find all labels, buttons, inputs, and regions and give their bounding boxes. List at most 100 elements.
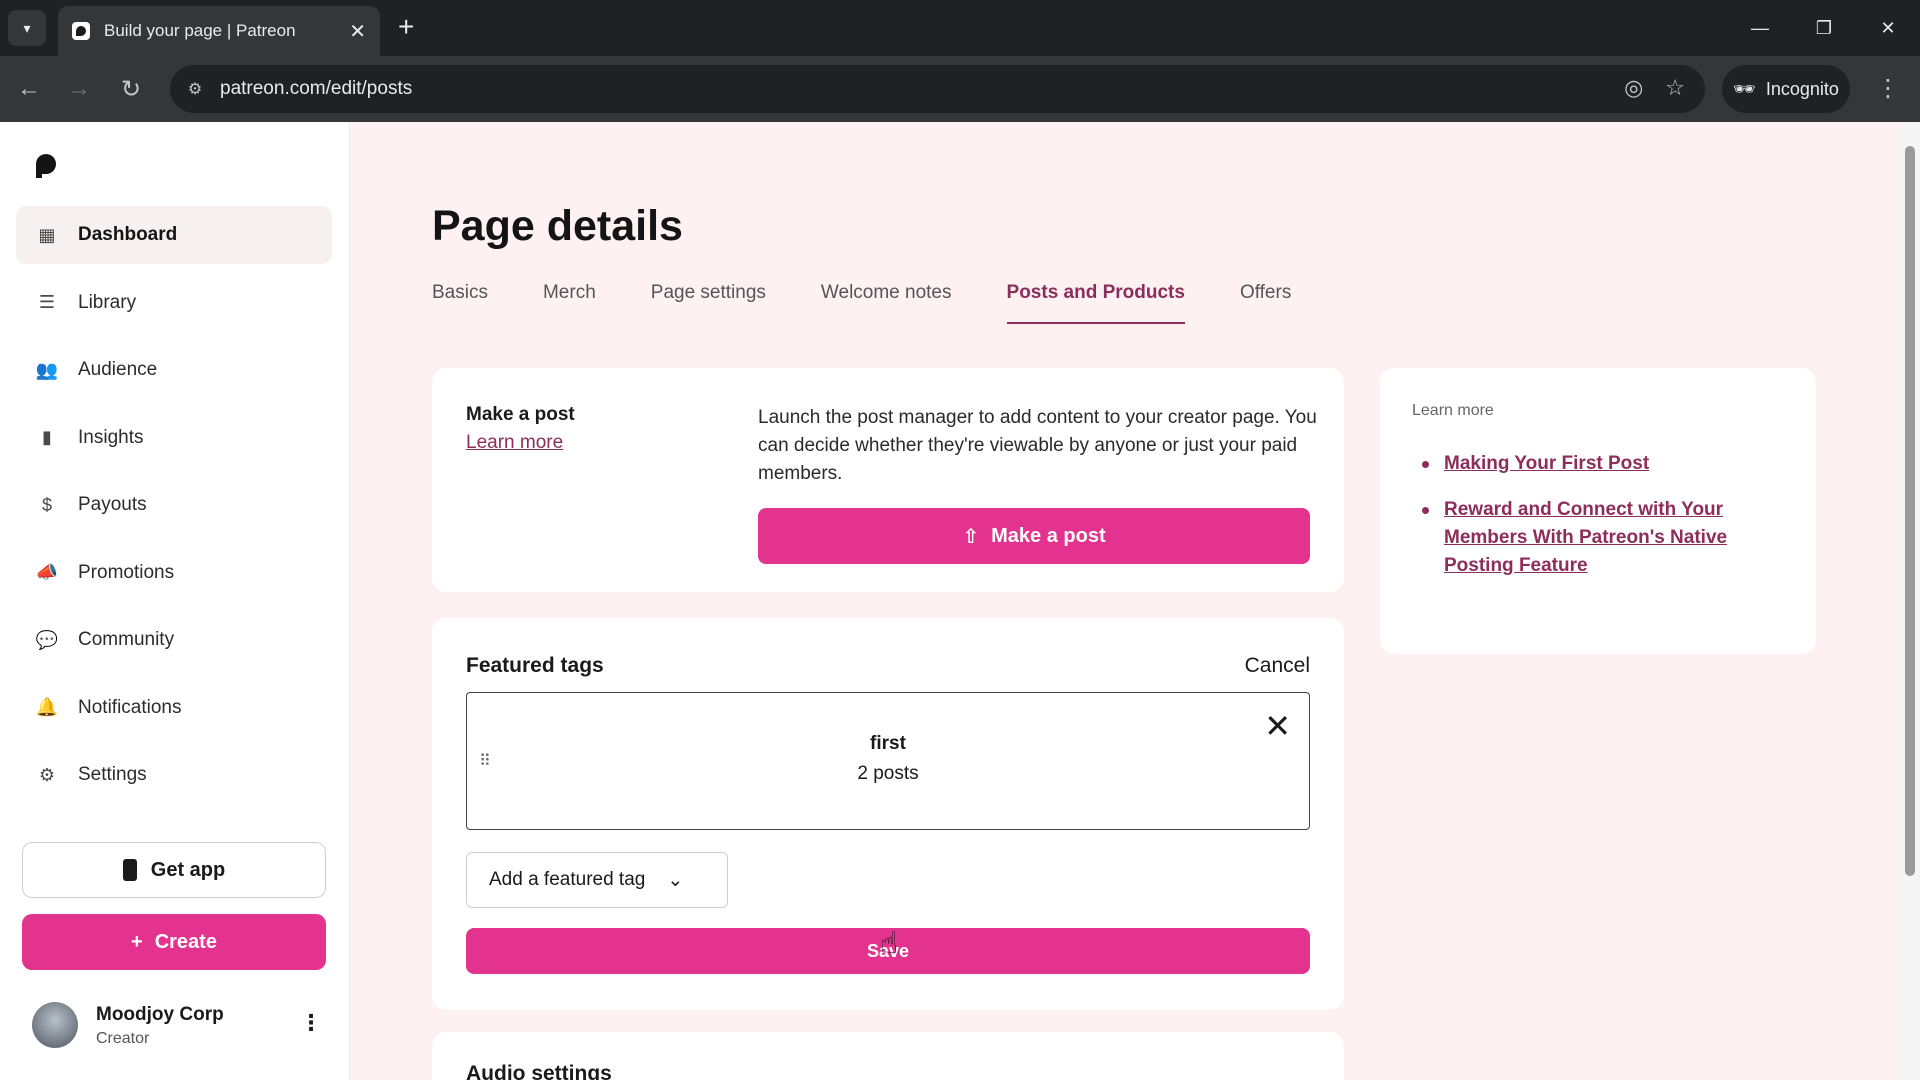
- learn-more-heading: Learn more: [1412, 402, 1494, 419]
- sidebar-item-library[interactable]: ☰ Library: [16, 274, 332, 332]
- patreon-logo-icon[interactable]: [36, 154, 58, 178]
- user-role: Creator: [96, 1030, 150, 1047]
- sidebar: ▦ Dashboard ☰ Library 👥 Audience ▮ Insig…: [0, 122, 350, 1080]
- tab-posts-and-products[interactable]: Posts and Products: [1006, 282, 1185, 324]
- user-profile[interactable]: Moodjoy Corp Creator ⋮: [32, 998, 322, 1058]
- chevron-down-icon: ⌄: [667, 869, 684, 891]
- url-text: patreon.com/edit/posts: [220, 78, 413, 99]
- scroll-thumb[interactable]: [1905, 146, 1915, 876]
- tab-search-button[interactable]: ▾: [8, 10, 46, 46]
- dropdown-label: Add a featured tag: [489, 869, 646, 890]
- reload-icon[interactable]: ↻: [114, 72, 148, 106]
- learn-more-link[interactable]: Learn more: [466, 432, 563, 454]
- make-post-title: Make a post: [466, 404, 575, 425]
- site-info-icon[interactable]: ⚙: [184, 78, 206, 100]
- incognito-badge[interactable]: 🕶 Incognito: [1722, 65, 1850, 113]
- add-featured-tag-dropdown[interactable]: Add a featured tag ⌄: [466, 852, 728, 908]
- avatar[interactable]: [32, 1002, 78, 1048]
- sidebar-item-promotions[interactable]: 📣 Promotions: [16, 544, 332, 602]
- sidebar-item-dashboard[interactable]: ▦ Dashboard: [16, 206, 332, 264]
- incognito-icon: 🕶: [1733, 78, 1756, 99]
- more-options-icon[interactable]: ⋮: [300, 1010, 322, 1036]
- create-button[interactable]: + Create: [22, 914, 326, 970]
- main-content: Page details Basics Merch Page settings …: [350, 122, 1900, 1080]
- sidebar-item-label: Promotions: [78, 561, 175, 583]
- get-app-button[interactable]: Get app: [22, 842, 326, 898]
- sidebar-item-payouts[interactable]: $ Payouts: [16, 476, 332, 534]
- browser-tab-bar: ▾ Build your page | Patreon ✕ + — ❐ ✕: [0, 0, 1920, 56]
- audio-settings-title: Audio settings: [466, 1062, 612, 1080]
- make-post-description: Launch the post manager to add content t…: [758, 407, 1317, 484]
- tab-close-icon[interactable]: ✕: [349, 19, 366, 44]
- community-icon: 💬: [35, 629, 59, 650]
- sidebar-item-label: Library: [78, 291, 137, 313]
- payouts-icon: $: [41, 494, 52, 515]
- learn-more-links: Making Your First Post Reward and Connec…: [1412, 450, 1772, 598]
- make-a-post-label: Make a post: [991, 524, 1106, 547]
- featured-tags-card: Featured tags Cancel ⠿ first 2 posts ✕ A…: [432, 618, 1344, 1010]
- user-name: Moodjoy Corp: [96, 1004, 224, 1025]
- page-title: Page details: [432, 202, 683, 250]
- upload-icon: ⇧: [962, 525, 980, 548]
- minimize-icon[interactable]: —: [1728, 0, 1792, 56]
- create-label: Create: [154, 930, 217, 953]
- tab-title: Build your page | Patreon: [104, 21, 296, 40]
- promotions-icon: 📣: [35, 562, 59, 582]
- featured-tags-title: Featured tags: [466, 654, 604, 677]
- sidebar-item-notifications[interactable]: 🔔 Notifications: [16, 679, 332, 737]
- tab-basics[interactable]: Basics: [432, 282, 488, 324]
- bell-icon: 🔔: [35, 697, 59, 717]
- plus-icon: +: [131, 930, 143, 953]
- eye-off-icon[interactable]: ◎: [1624, 75, 1643, 101]
- sidebar-item-label: Settings: [78, 764, 147, 785]
- forward-icon[interactable]: →: [62, 72, 96, 106]
- sidebar-item-community[interactable]: 💬 Community: [16, 611, 332, 669]
- address-bar[interactable]: ⚙ patreon.com/edit/posts ◎ ☆: [170, 65, 1705, 113]
- sidebar-item-label: Dashboard: [78, 224, 178, 245]
- cancel-button[interactable]: Cancel: [1245, 654, 1310, 678]
- browser-toolbar: ← → ↻ ⚙ patreon.com/edit/posts ◎ ☆ 🕶 Inc…: [0, 56, 1920, 122]
- page-scrollbar[interactable]: [1900, 122, 1920, 1080]
- make-a-post-button[interactable]: ⇧ Make a post: [758, 508, 1310, 564]
- gear-icon: ⚙: [38, 764, 56, 785]
- remove-tag-icon[interactable]: ✕: [1264, 707, 1291, 745]
- incognito-label: Incognito: [1765, 78, 1839, 99]
- help-link[interactable]: Reward and Connect with Your Members Wit…: [1412, 496, 1772, 580]
- tab-page-settings[interactable]: Page settings: [651, 282, 766, 324]
- sidebar-item-insights[interactable]: ▮ Insights: [16, 409, 332, 467]
- help-link[interactable]: Making Your First Post: [1412, 450, 1772, 478]
- learn-more-card: Learn more Making Your First Post Reward…: [1380, 368, 1816, 654]
- sidebar-item-label: Payouts: [78, 494, 147, 515]
- mouse-cursor-icon: ☝: [880, 927, 899, 960]
- sidebar-item-settings[interactable]: ⚙ Settings: [16, 746, 332, 804]
- browser-menu-icon[interactable]: ⋮: [1876, 74, 1900, 103]
- patreon-favicon-icon: [72, 22, 90, 40]
- tag-post-count: 2 posts: [857, 763, 919, 784]
- insights-icon: ▮: [42, 427, 52, 447]
- sidebar-item-label: Community: [78, 629, 175, 650]
- browser-tab[interactable]: Build your page | Patreon ✕: [58, 6, 380, 56]
- phone-icon: [122, 859, 137, 881]
- tab-merch[interactable]: Merch: [543, 282, 596, 324]
- bookmark-star-icon[interactable]: ☆: [1665, 75, 1685, 101]
- restore-icon[interactable]: ❐: [1792, 0, 1856, 56]
- window-close-icon[interactable]: ✕: [1856, 0, 1920, 56]
- sidebar-nav: ▦ Dashboard ☰ Library 👥 Audience ▮ Insig…: [16, 206, 332, 814]
- library-icon: ☰: [38, 292, 56, 312]
- tab-offers[interactable]: Offers: [1240, 282, 1291, 324]
- tab-welcome-notes[interactable]: Welcome notes: [821, 282, 952, 324]
- get-app-label: Get app: [150, 858, 226, 881]
- sidebar-item-audience[interactable]: 👥 Audience: [16, 341, 332, 399]
- sidebar-item-label: Audience: [78, 359, 158, 380]
- new-tab-icon[interactable]: +: [398, 12, 414, 42]
- dashboard-icon: ▦: [38, 224, 56, 245]
- sidebar-item-label: Insights: [78, 426, 144, 448]
- make-post-card: Make a post Learn more Launch the post m…: [432, 368, 1344, 592]
- audio-settings-card: Audio settings: [432, 1032, 1344, 1080]
- page-tabs: Basics Merch Page settings Welcome notes…: [432, 282, 1291, 324]
- back-icon[interactable]: ←: [12, 72, 46, 106]
- sidebar-item-label: Notifications: [78, 696, 182, 718]
- audience-icon: 👥: [35, 359, 59, 380]
- featured-tag-item[interactable]: ⠿ first 2 posts ✕: [466, 692, 1310, 830]
- tag-name: first: [870, 733, 906, 754]
